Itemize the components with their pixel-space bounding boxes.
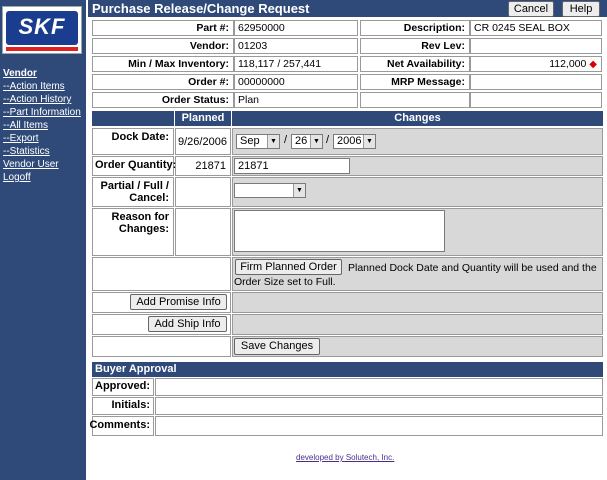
order-quantity-planned-cell: 21871 xyxy=(175,156,231,176)
firm-planned-note: Planned Dock Date and Quantity will be u… xyxy=(234,262,597,288)
chevron-down-icon: ▼ xyxy=(310,135,322,148)
sidebar: SKF Vendor --Action Items --Action Histo… xyxy=(0,0,86,480)
sidebar-item-statistics[interactable]: --Statistics xyxy=(3,146,50,158)
add-promise-info-button[interactable]: Add Promise Info xyxy=(130,294,227,310)
empty-cell xyxy=(360,92,470,108)
vendor-value: 01203 xyxy=(234,38,358,54)
order-status-value: Plan xyxy=(234,92,358,108)
net-availability-value: 112,000 xyxy=(549,58,587,70)
rev-lev-label: Rev Lev: xyxy=(360,38,470,54)
reason-planned-cell xyxy=(175,208,231,256)
order-quantity-label: Order Quantity: xyxy=(95,159,177,171)
order-quantity-label-cell: Order Quantity: xyxy=(92,156,177,176)
dock-date-planned-cell: 9/26/2006 xyxy=(175,128,231,155)
sidebar-item-all-items[interactable]: --All Items xyxy=(3,120,48,132)
chevron-down-icon: ▼ xyxy=(267,135,279,148)
add-ship-info-button[interactable]: Add Ship Info xyxy=(148,316,227,332)
empty-cell xyxy=(470,92,602,108)
vendor-label: Vendor: xyxy=(92,38,234,54)
sidebar-item-vendor[interactable]: Vendor xyxy=(3,68,37,80)
page-title: Purchase Release/Change Request xyxy=(92,1,310,16)
month-select[interactable]: Sep ▼ xyxy=(236,134,280,149)
alert-diamond-icon: ◆ xyxy=(589,59,597,70)
firm-blank-cell xyxy=(92,257,231,291)
description-value: CR 0245 SEAL BOX xyxy=(470,20,602,36)
save-changes-button[interactable]: Save Changes xyxy=(234,338,320,355)
title-bar: Purchase Release/Change Request Cancel H… xyxy=(88,0,607,17)
year-select-value: 2006 xyxy=(337,135,362,147)
order-quantity-input[interactable]: 21871 xyxy=(234,158,350,174)
date-separator: / xyxy=(284,134,288,146)
reason-textarea[interactable] xyxy=(234,210,445,252)
sidebar-item-action-history[interactable]: --Action History xyxy=(3,94,71,106)
min-max-inventory-label: Min / Max Inventory: xyxy=(92,56,234,72)
mrp-message-label: MRP Message: xyxy=(360,74,470,90)
mrp-message-value xyxy=(470,74,602,90)
comments-field[interactable] xyxy=(155,416,603,436)
logo-stripe xyxy=(6,47,78,51)
order-number-label: Order #: xyxy=(92,74,234,90)
part-number-label: Part #: xyxy=(92,20,234,36)
partial-full-cancel-select[interactable]: ▼ xyxy=(234,183,306,198)
cancel-button[interactable]: Cancel xyxy=(508,1,554,17)
initials-label-cell: Initials: xyxy=(92,397,154,415)
partial-full-cancel-label: Partial / Full / Cancel: xyxy=(100,180,169,204)
sidebar-item-export[interactable]: --Export xyxy=(3,133,39,145)
dock-date-label-cell: Dock Date: xyxy=(92,128,174,155)
logo: SKF xyxy=(2,6,82,54)
month-select-value: Sep xyxy=(240,135,260,147)
sidebar-item-part-information[interactable]: --Part Information xyxy=(3,107,81,119)
order-status-label: Order Status: xyxy=(92,92,234,108)
planned-header: Planned xyxy=(175,111,231,126)
initials-label: Initials: xyxy=(111,399,150,411)
logo-mark: SKF xyxy=(6,11,78,45)
approved-label-cell: Approved: xyxy=(92,378,154,396)
net-availability-cell: 112,000 ◆ xyxy=(470,56,602,72)
reason-label-cell: Reason for Changes: xyxy=(92,208,174,256)
order-number-value: 00000000 xyxy=(234,74,358,90)
chevron-down-icon: ▼ xyxy=(363,135,375,148)
date-separator: / xyxy=(326,134,330,146)
approved-field[interactable] xyxy=(155,378,603,396)
order-quantity-planned: 21871 xyxy=(195,160,226,172)
min-max-inventory-value: 118,117 / 257,441 xyxy=(234,56,358,72)
changes-header: Changes xyxy=(232,111,603,126)
chevron-down-icon: ▼ xyxy=(293,184,305,197)
comments-label-cell: Comments: xyxy=(89,416,154,436)
partial-planned-cell xyxy=(175,177,231,207)
buyer-approval-header: Buyer Approval xyxy=(92,362,603,377)
net-availability-label: Net Availability: xyxy=(360,56,470,72)
save-blank-cell xyxy=(92,336,231,357)
rev-lev-value xyxy=(470,38,602,54)
partial-label-cell: Partial / Full / Cancel: xyxy=(92,177,174,207)
ship-changes-cell xyxy=(232,314,603,335)
promise-changes-cell xyxy=(232,292,603,313)
dock-date-label: Dock Date: xyxy=(111,131,169,143)
initials-field[interactable] xyxy=(155,397,603,415)
logo-text: SKF xyxy=(18,14,66,39)
year-select[interactable]: 2006 ▼ xyxy=(333,134,376,149)
help-button[interactable]: Help xyxy=(562,1,600,17)
sidebar-item-action-items[interactable]: --Action Items xyxy=(3,81,65,93)
sidebar-item-logoff[interactable]: Logoff xyxy=(3,172,31,184)
dock-date-planned: 9/26/2006 xyxy=(178,136,227,148)
sidebar-item-vendor-user[interactable]: Vendor User xyxy=(3,159,59,171)
description-label: Description: xyxy=(360,20,470,36)
reason-for-changes-label: Reason for Changes: xyxy=(111,211,169,235)
dock-date-changes-cell xyxy=(232,128,603,155)
changes-header-blank xyxy=(92,111,174,126)
part-number-value: 62950000 xyxy=(234,20,358,36)
day-select-value: 26 xyxy=(295,135,308,147)
footer-link[interactable]: developed by Solutech, Inc. xyxy=(296,453,394,462)
comments-label: Comments: xyxy=(89,419,150,431)
approved-label: Approved: xyxy=(95,380,150,392)
day-select[interactable]: 26 ▼ xyxy=(291,134,323,149)
